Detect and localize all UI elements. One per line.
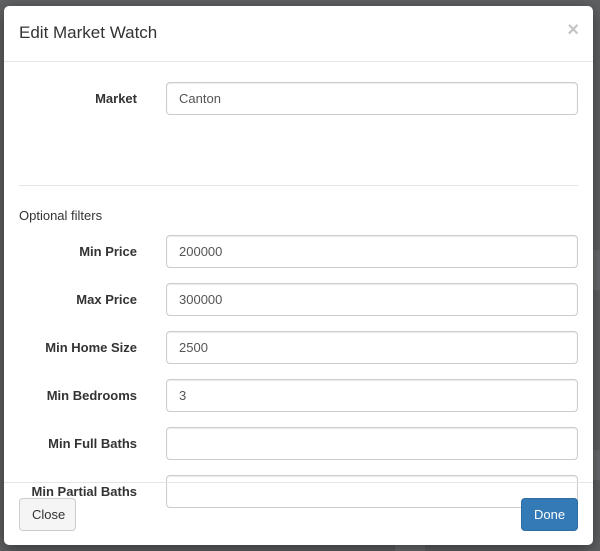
section-divider <box>19 185 578 186</box>
min-bedrooms-label: Min Bedrooms <box>46 388 137 403</box>
optional-filters-label: Optional filters <box>19 208 103 223</box>
min-full-baths-row: Min Full Baths <box>4 427 593 460</box>
max-price-label: Max Price <box>76 292 137 307</box>
market-input[interactable] <box>166 82 578 115</box>
modal-body: Market Optional filters Min Price Max Pr… <box>4 62 593 508</box>
min-full-baths-label: Min Full Baths <box>48 436 137 451</box>
min-bedrooms-row: Min Bedrooms <box>4 379 593 412</box>
market-row: Market <box>4 82 593 115</box>
background-fragment <box>593 250 600 290</box>
close-icon[interactable]: × <box>567 20 579 40</box>
max-price-input[interactable] <box>166 283 578 316</box>
edit-market-watch-modal: Edit Market Watch × Market Optional filt… <box>4 6 593 545</box>
done-button[interactable]: Done <box>521 498 578 531</box>
background-fragment <box>395 545 425 551</box>
min-bedrooms-input[interactable] <box>166 379 578 412</box>
min-home-size-row: Min Home Size <box>4 331 593 364</box>
min-full-baths-input[interactable] <box>166 427 578 460</box>
min-home-size-label: Min Home Size <box>45 340 137 355</box>
min-home-size-input[interactable] <box>166 331 578 364</box>
close-button[interactable]: Close <box>19 498 76 531</box>
background-fragment <box>593 450 600 480</box>
min-price-label: Min Price <box>79 244 137 259</box>
min-price-row: Min Price <box>4 235 593 268</box>
modal-header: Edit Market Watch × <box>4 6 593 62</box>
modal-footer: Close Done <box>4 482 593 545</box>
min-price-input[interactable] <box>166 235 578 268</box>
max-price-row: Max Price <box>4 283 593 316</box>
modal-title: Edit Market Watch <box>19 23 158 42</box>
market-label: Market <box>95 91 137 106</box>
